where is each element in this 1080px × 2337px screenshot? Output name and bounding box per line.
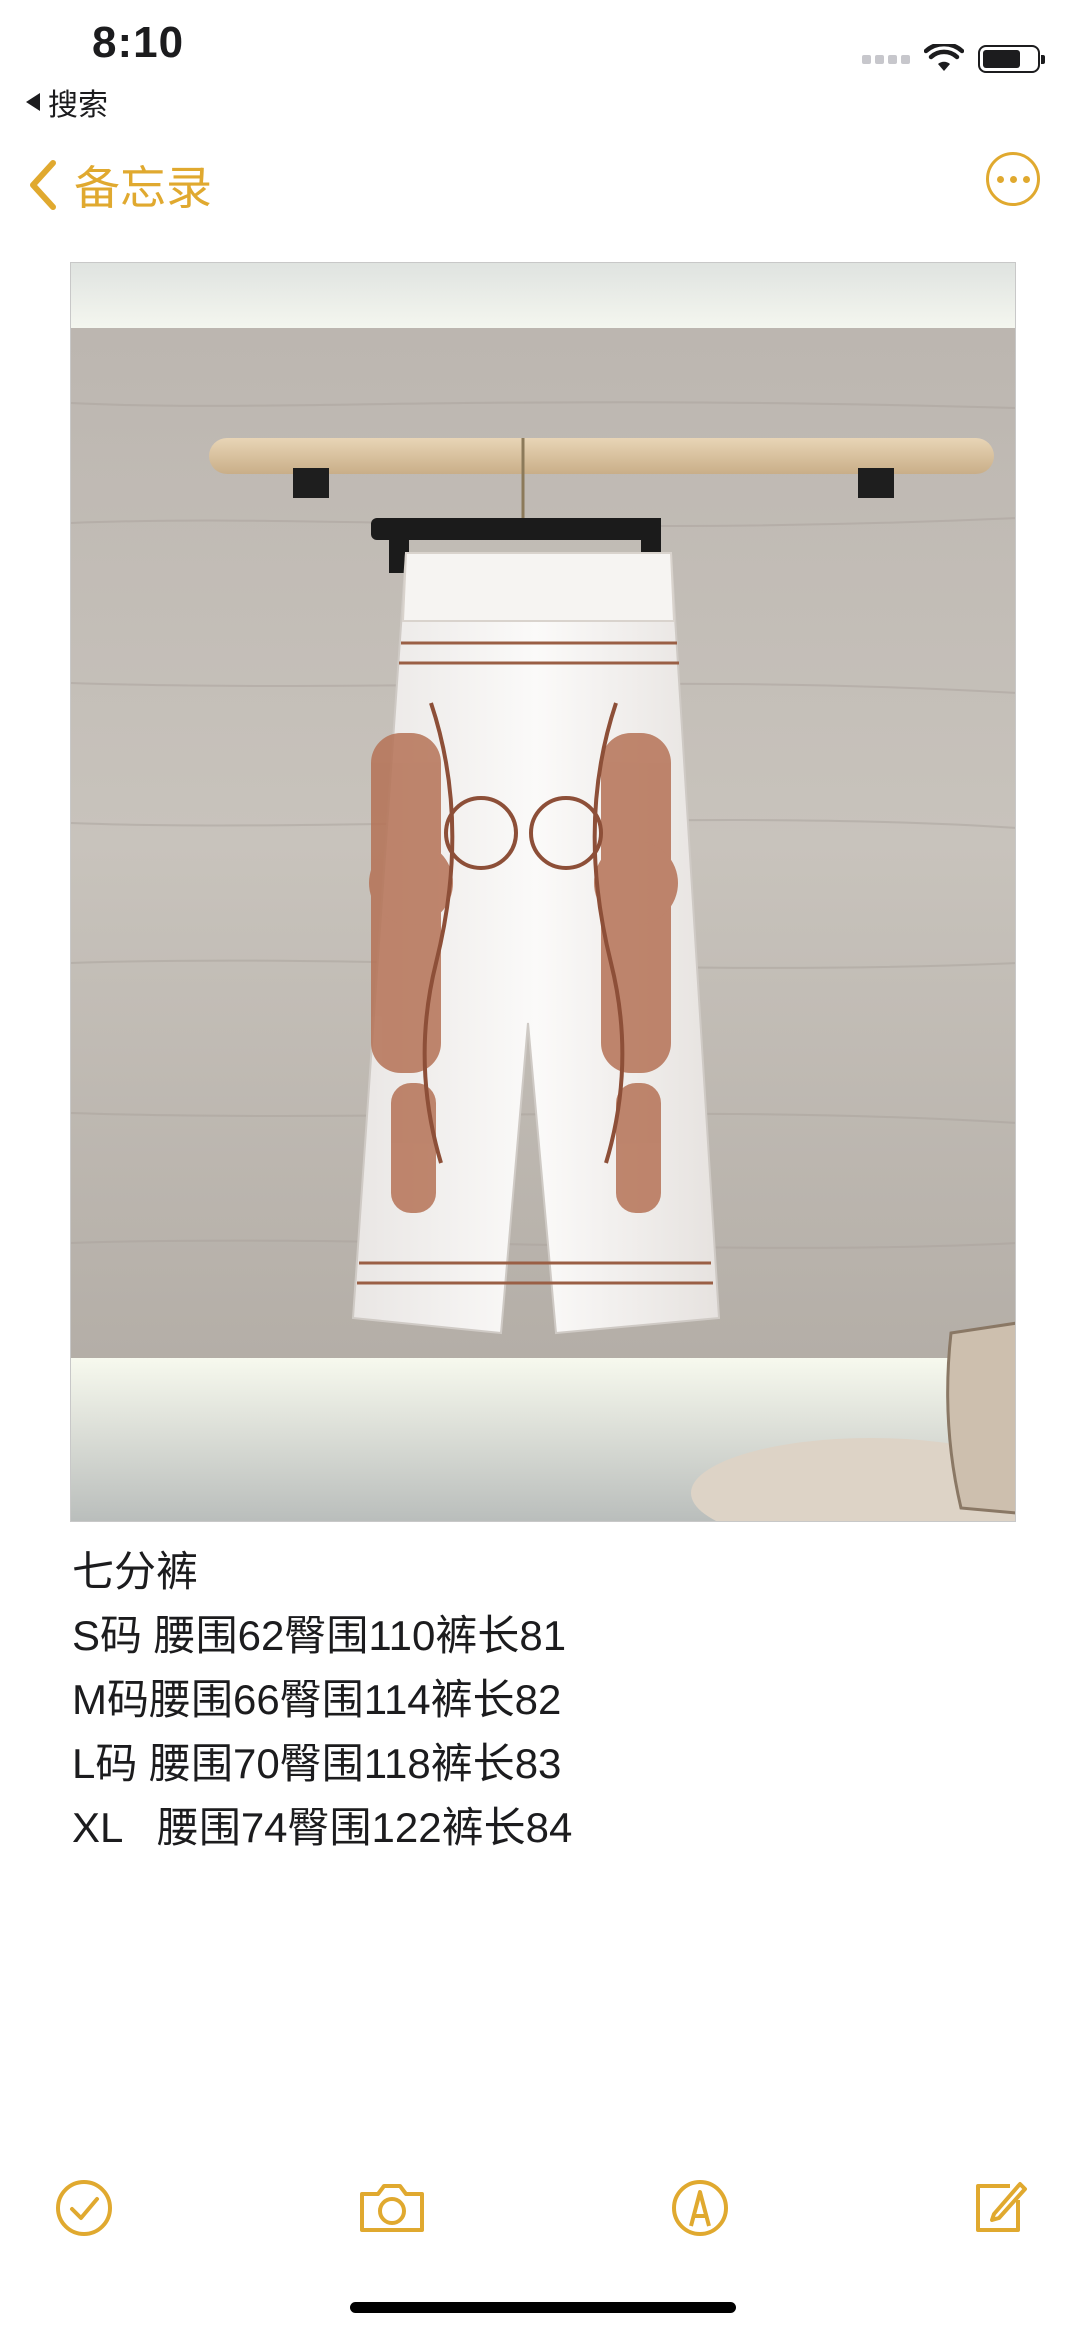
back-triangle-icon [26, 93, 40, 111]
new-note-button[interactable] [960, 2168, 1040, 2248]
chevron-left-icon [30, 160, 56, 210]
status-indicators [862, 44, 1045, 74]
camera-icon [360, 2184, 424, 2232]
note-line-size-l: L码 腰围70臀围118裤长83 [72, 1740, 562, 1787]
status-time: 8:10 [92, 18, 185, 67]
back-button-label: 备忘录 [74, 162, 212, 214]
home-indicator[interactable] [350, 2302, 736, 2313]
note-line-size-xl: XL 腰围74臀围122裤长84 [72, 1804, 573, 1851]
wifi-icon [924, 44, 964, 71]
markup-button[interactable] [660, 2168, 740, 2248]
checklist-icon [56, 2180, 112, 2236]
note-line-size-s: S码 腰围62臀围110裤长81 [72, 1612, 567, 1659]
ellipsis-circle-icon [996, 175, 1004, 183]
note-line-size-m: M码腰围66臀围114裤长82 [72, 1676, 562, 1723]
camera-button[interactable] [352, 2168, 432, 2248]
battery-icon [978, 45, 1045, 73]
more-options-button[interactable] [986, 152, 1040, 206]
note-line-title: 七分裤 [72, 1548, 199, 1595]
status-bar: 8:10 搜索 [0, 0, 1080, 122]
bottom-toolbar [0, 2168, 1080, 2248]
note-body[interactable]: 七分裤 S码 腰围62臀围110裤长81 M码腰围66臀围114裤长82 L码 … [72, 1540, 572, 1860]
cellular-signal-icon [862, 54, 910, 64]
pants-photo [71, 263, 1015, 1521]
back-to-app-link[interactable]: 搜索 [26, 80, 108, 124]
back-button[interactable]: 备忘录 [28, 152, 212, 218]
navigation-bar: 备忘录 [0, 140, 1080, 230]
battery-fill [983, 50, 1021, 68]
note-photo-attachment[interactable] [70, 262, 1016, 1522]
checklist-button[interactable] [44, 2168, 124, 2248]
compose-icon [976, 2182, 1027, 2232]
markup-pen-icon [672, 2180, 728, 2236]
back-to-app-label: 搜索 [48, 89, 108, 122]
